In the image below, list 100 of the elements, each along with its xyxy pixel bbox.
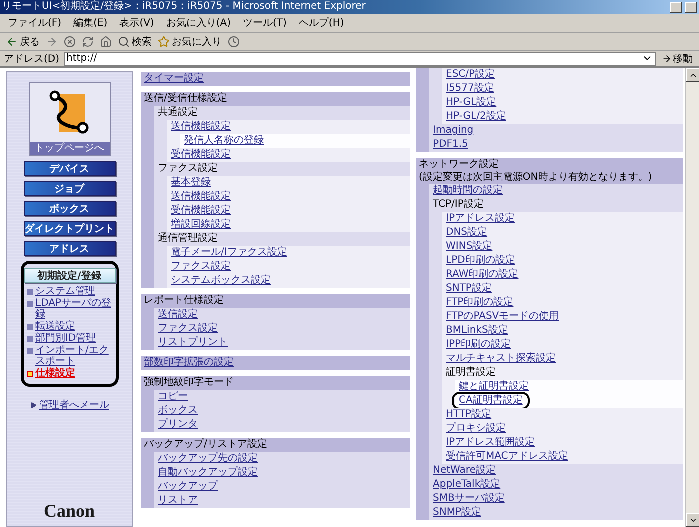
settings-link[interactable]: SNMP設定 <box>433 506 482 520</box>
maximize-button[interactable] <box>685 2 697 12</box>
settings-link[interactable]: システムボックス設定 <box>171 274 271 288</box>
settings-link[interactable]: 受信機能設定 <box>171 204 231 218</box>
sidebar-link[interactable]: 部門別ID管理 <box>26 333 112 344</box>
address-field[interactable]: http:// <box>64 52 656 66</box>
settings-link[interactable]: LPD印刷の設定 <box>446 254 516 268</box>
group-label: 証明書設定 <box>446 366 496 380</box>
refresh-button[interactable] <box>82 36 94 48</box>
nav-button[interactable]: 初期設定/登録 <box>24 268 116 283</box>
nav-button[interactable]: ダイレクトプリント <box>24 221 116 236</box>
menu-item[interactable]: ツール(T) <box>243 16 287 30</box>
search-button[interactable]: 検索 <box>118 34 152 48</box>
menu-item[interactable]: ファイル(F) <box>8 16 62 30</box>
go-button[interactable]: 移動 <box>660 52 695 66</box>
sidebar-link[interactable]: 転送設定 <box>26 321 112 332</box>
settings-link[interactable]: BMLinkS設定 <box>446 324 508 338</box>
nav-button[interactable]: デバイス <box>24 161 116 176</box>
settings-link[interactable]: ファクス設定 <box>158 322 218 336</box>
settings-link[interactable]: プリンタ <box>158 418 198 432</box>
window-title: リモートUI<初期設定/登録>：iR5075：iR5075 - Microsoft Internet Explorer <box>2 0 367 14</box>
settings-link[interactable]: IPアドレス範囲設定 <box>446 436 535 450</box>
top-page-link[interactable]: トップページへ <box>28 82 110 156</box>
settings-link[interactable]: プロキシ設定 <box>446 422 506 436</box>
nav-button[interactable]: アドレス <box>24 241 116 256</box>
settings-link[interactable]: I5577設定 <box>446 82 494 96</box>
settings-link[interactable]: FTP印刷の設定 <box>446 296 514 310</box>
sidebar-link[interactable]: LDAPサーバの登録 <box>26 298 112 320</box>
settings-link[interactable]: ファクス設定 <box>171 260 231 274</box>
menu-item[interactable]: 表示(V) <box>120 16 154 30</box>
menu-item[interactable]: 編集(E) <box>74 16 108 30</box>
nav-button[interactable]: ボックス <box>24 201 116 216</box>
nav-button[interactable]: ジョブ <box>24 181 116 196</box>
indent-stripe <box>416 68 429 82</box>
address-label: アドレス(D) <box>4 52 60 66</box>
settings-link[interactable]: ボックス <box>158 404 198 418</box>
section-link[interactable]: タイマー設定 <box>144 72 407 86</box>
settings-link[interactable]: IPアドレス設定 <box>446 212 515 226</box>
sidebar-link[interactable]: システム管理 <box>26 286 112 297</box>
settings-link[interactable]: コピー <box>158 390 188 404</box>
minimize-button[interactable] <box>670 2 682 12</box>
scroll-down-button[interactable] <box>686 513 699 527</box>
favorites-button[interactable]: お気に入り <box>158 34 222 48</box>
settings-link[interactable]: PDF1.5 <box>433 138 468 152</box>
settings-link[interactable]: 受信機能設定 <box>171 148 231 162</box>
settings-link[interactable]: 発信人名称の登録 <box>184 134 264 148</box>
star-icon <box>158 36 170 48</box>
settings-link[interactable]: 自動バックアップ設定 <box>158 466 258 480</box>
section-title: バックアップ/リストア設定 <box>144 438 268 452</box>
settings-link[interactable]: 送信機能設定 <box>171 120 231 134</box>
refresh-icon <box>82 36 94 48</box>
section-link[interactable]: 部数印字拡張の設定 <box>144 356 407 370</box>
menu-item[interactable]: お気に入り(A) <box>166 16 231 30</box>
settings-link[interactable]: 鍵と証明書設定 <box>459 380 529 394</box>
settings-link[interactable]: IPP印刷の設定 <box>446 338 512 352</box>
settings-link[interactable]: バックアップ <box>158 480 218 494</box>
settings-link[interactable]: 送信設定 <box>158 308 198 322</box>
scrollbar[interactable] <box>685 68 699 527</box>
settings-link[interactable]: リストプリント <box>158 336 228 350</box>
stop-button[interactable] <box>64 36 76 48</box>
settings-link[interactable]: 送信機能設定 <box>171 190 231 204</box>
settings-link[interactable]: FTPのPASVモードの使用 <box>446 310 560 324</box>
settings-link[interactable]: バックアップ先の設定 <box>158 452 258 466</box>
group-label: 通信管理設定 <box>158 232 218 246</box>
forward-button[interactable] <box>46 36 58 48</box>
section-title: レポート仕様設定 <box>144 294 225 308</box>
back-button[interactable]: 戻る <box>6 34 40 48</box>
arrow-icon <box>662 54 672 64</box>
settings-link[interactable]: リストア <box>158 494 198 508</box>
settings-link[interactable]: HP-GL設定 <box>446 96 497 110</box>
settings-link[interactable]: DNS設定 <box>446 226 488 240</box>
settings-link[interactable]: NetWare設定 <box>433 464 496 478</box>
settings-link[interactable]: RAW印刷の設定 <box>446 268 519 282</box>
section-title: 送信/受信仕様設定 <box>144 92 228 106</box>
settings-link[interactable]: 増設回線設定 <box>171 218 231 232</box>
clock-icon <box>228 36 240 48</box>
search-icon <box>118 36 130 48</box>
settings-link[interactable]: Imaging <box>433 124 474 138</box>
settings-link[interactable]: 起動時間の設定 <box>433 184 503 198</box>
menu-item[interactable]: ヘルプ(H) <box>298 16 344 30</box>
settings-link[interactable]: ESC/P設定 <box>446 68 496 82</box>
settings-link[interactable]: 受信許可MACアドレス設定 <box>446 450 568 464</box>
mail-link[interactable]: 管理者へメール <box>30 398 110 412</box>
home-button[interactable] <box>100 36 112 48</box>
settings-link[interactable]: HP-GL/2設定 <box>446 110 506 124</box>
settings-link[interactable]: マルチキャスト探索設定 <box>446 352 556 366</box>
stop-icon <box>64 36 76 48</box>
indent-stripe <box>429 68 442 82</box>
settings-link[interactable]: HTTP設定 <box>446 408 492 422</box>
scroll-up-button[interactable] <box>686 68 699 82</box>
settings-link[interactable]: SMBサーバ設定 <box>433 492 505 506</box>
history-button[interactable] <box>228 36 240 48</box>
settings-link[interactable]: SNTP設定 <box>446 282 492 296</box>
settings-link[interactable]: AppleTalk設定 <box>433 478 501 492</box>
settings-link[interactable]: WINS設定 <box>446 240 493 254</box>
indent-stripe <box>141 418 154 432</box>
sidebar-link[interactable]: インポート/エクスポート <box>26 345 112 367</box>
settings-link[interactable]: 基本登録 <box>171 176 211 190</box>
settings-link[interactable]: 電子メール/Iファクス設定 <box>171 246 288 260</box>
indent-stripe <box>154 274 167 288</box>
